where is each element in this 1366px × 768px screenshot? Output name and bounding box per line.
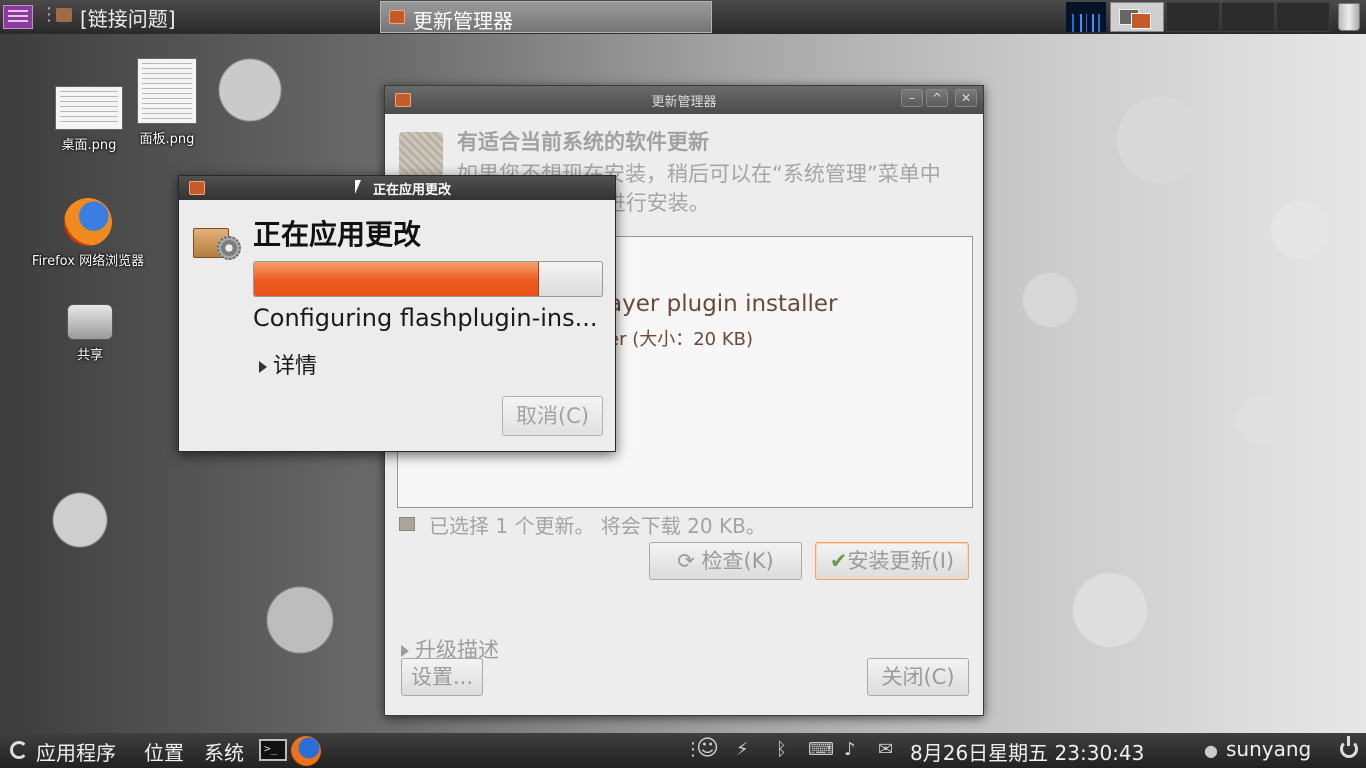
menu-system[interactable]: 系统 <box>204 737 244 766</box>
minimize-button[interactable]: – <box>901 89 923 107</box>
desktop-icon-label: 共享 <box>76 348 103 363</box>
update-manager-icon <box>389 10 405 24</box>
window-title: 更新管理器 <box>651 95 717 110</box>
close-window-button[interactable]: ✕ <box>955 89 977 107</box>
expander-arrow-icon <box>259 361 267 373</box>
window-titlebar[interactable]: 更新管理器 – ^ ✕ <box>385 86 983 114</box>
volume-icon[interactable]: ♪ <box>844 739 856 760</box>
refresh-icon: ⟳ <box>677 549 695 573</box>
image-thumbnail-icon <box>137 58 197 124</box>
workspace-2[interactable] <box>1166 2 1220 32</box>
applying-changes-dialog: 正在应用更改 正在应用更改 Configuring flashplugin-in… <box>178 175 616 452</box>
mail-icon[interactable]: ✉ <box>878 739 893 760</box>
desktop-icon-desktop-png[interactable]: 桌面.png <box>50 86 128 153</box>
mouse-cursor-icon <box>355 180 361 194</box>
dialog-heading: 正在应用更改 <box>253 218 422 251</box>
dialog-title: 正在应用更改 <box>372 183 451 198</box>
details-label: 详情 <box>273 354 318 379</box>
desktop-icon-firefox[interactable]: Firefox 网络浏览器 <box>20 198 156 269</box>
desktop-icon-panel-png[interactable]: 面板.png <box>130 58 204 147</box>
clock[interactable]: 8月26日星期五 23:30:43 <box>910 737 1144 766</box>
image-thumbnail-icon <box>55 86 123 130</box>
check-button-label: 检查(K) <box>701 549 774 573</box>
menu-places[interactable]: 位置 <box>144 737 184 766</box>
user-name[interactable]: sunyang <box>1226 737 1311 761</box>
top-panel: ⋮ [链接问题] 更新管理器 <box>0 0 1366 34</box>
details-expander[interactable]: 详情 <box>259 348 317 380</box>
chat-status-icon[interactable]: ● <box>1204 741 1218 760</box>
main-menu-icon[interactable] <box>3 5 33 29</box>
expander-arrow-icon <box>401 645 409 657</box>
install-button-label: 安装更新(I) <box>847 549 955 573</box>
ubuntu-logo-icon[interactable] <box>10 741 28 759</box>
power-icon[interactable] <box>1340 736 1358 758</box>
taskbar-button-update-manager[interactable]: 更新管理器 <box>380 1 712 33</box>
drive-icon <box>67 304 113 340</box>
dialog-titlebar[interactable]: 正在应用更改 <box>179 176 615 200</box>
workspace-3[interactable] <box>1221 2 1275 32</box>
close-button[interactable]: 关闭(C) <box>867 658 969 696</box>
bottom-panel: 应用程序 位置 系统 >_ ⋮ ☺ ⚡ ᛒ ⌨ ♪ ✉ 8月26日星期五 23:… <box>0 733 1366 768</box>
network-icon[interactable]: ⚡ <box>736 739 749 760</box>
terminal-launcher-icon[interactable]: >_ <box>259 739 287 761</box>
desktop-icon-share[interactable]: 共享 <box>60 304 120 363</box>
install-updates-button[interactable]: ✔安装更新(I) <box>815 542 969 580</box>
checkmark-icon: ✔ <box>829 549 848 573</box>
trash-icon[interactable] <box>1338 3 1360 31</box>
pidgin-icon[interactable]: ☺ <box>696 736 719 761</box>
download-icon <box>399 517 415 531</box>
desktop-icon-label: Firefox 网络浏览器 <box>31 254 145 269</box>
package-size: er (大小：20 KB) <box>608 329 754 350</box>
progress-bar-fill <box>254 262 540 296</box>
folder-icon <box>56 8 72 22</box>
taskbar-button-label: 更新管理器 <box>413 9 513 33</box>
menu-applications[interactable]: 应用程序 <box>36 737 116 766</box>
maximize-button[interactable]: ^ <box>926 89 948 107</box>
check-button[interactable]: ⟳ 检查(K) <box>649 542 802 580</box>
bluetooth-icon[interactable]: ᛒ <box>776 739 787 760</box>
progress-bar <box>253 261 603 297</box>
keyboard-icon[interactable]: ⌨ <box>808 739 834 760</box>
firefox-launcher-icon[interactable] <box>291 736 321 766</box>
window-title-label[interactable]: [链接问题] <box>80 3 176 32</box>
settings-button[interactable]: 设置... <box>401 658 483 696</box>
software-update-icon <box>399 132 443 176</box>
desktop-icon-label: 面板.png <box>139 132 195 147</box>
desktop-icon-label: 桌面.png <box>61 138 117 153</box>
workspace-1[interactable] <box>1110 2 1164 32</box>
system-monitor-graph[interactable] <box>1066 2 1106 32</box>
selection-summary: 已选择 1 个更新。 将会下载 20 KB。 <box>429 514 766 538</box>
package-install-icon <box>193 220 241 262</box>
cancel-button[interactable]: 取消(C) <box>502 396 603 436</box>
header-title: 有适合当前系统的软件更新 <box>457 130 709 154</box>
progress-status: Configuring flashplugin-ins... <box>253 304 598 332</box>
package-name: ayer plugin installer <box>608 291 838 317</box>
firefox-icon <box>64 198 112 246</box>
workspace-4[interactable] <box>1276 2 1330 32</box>
